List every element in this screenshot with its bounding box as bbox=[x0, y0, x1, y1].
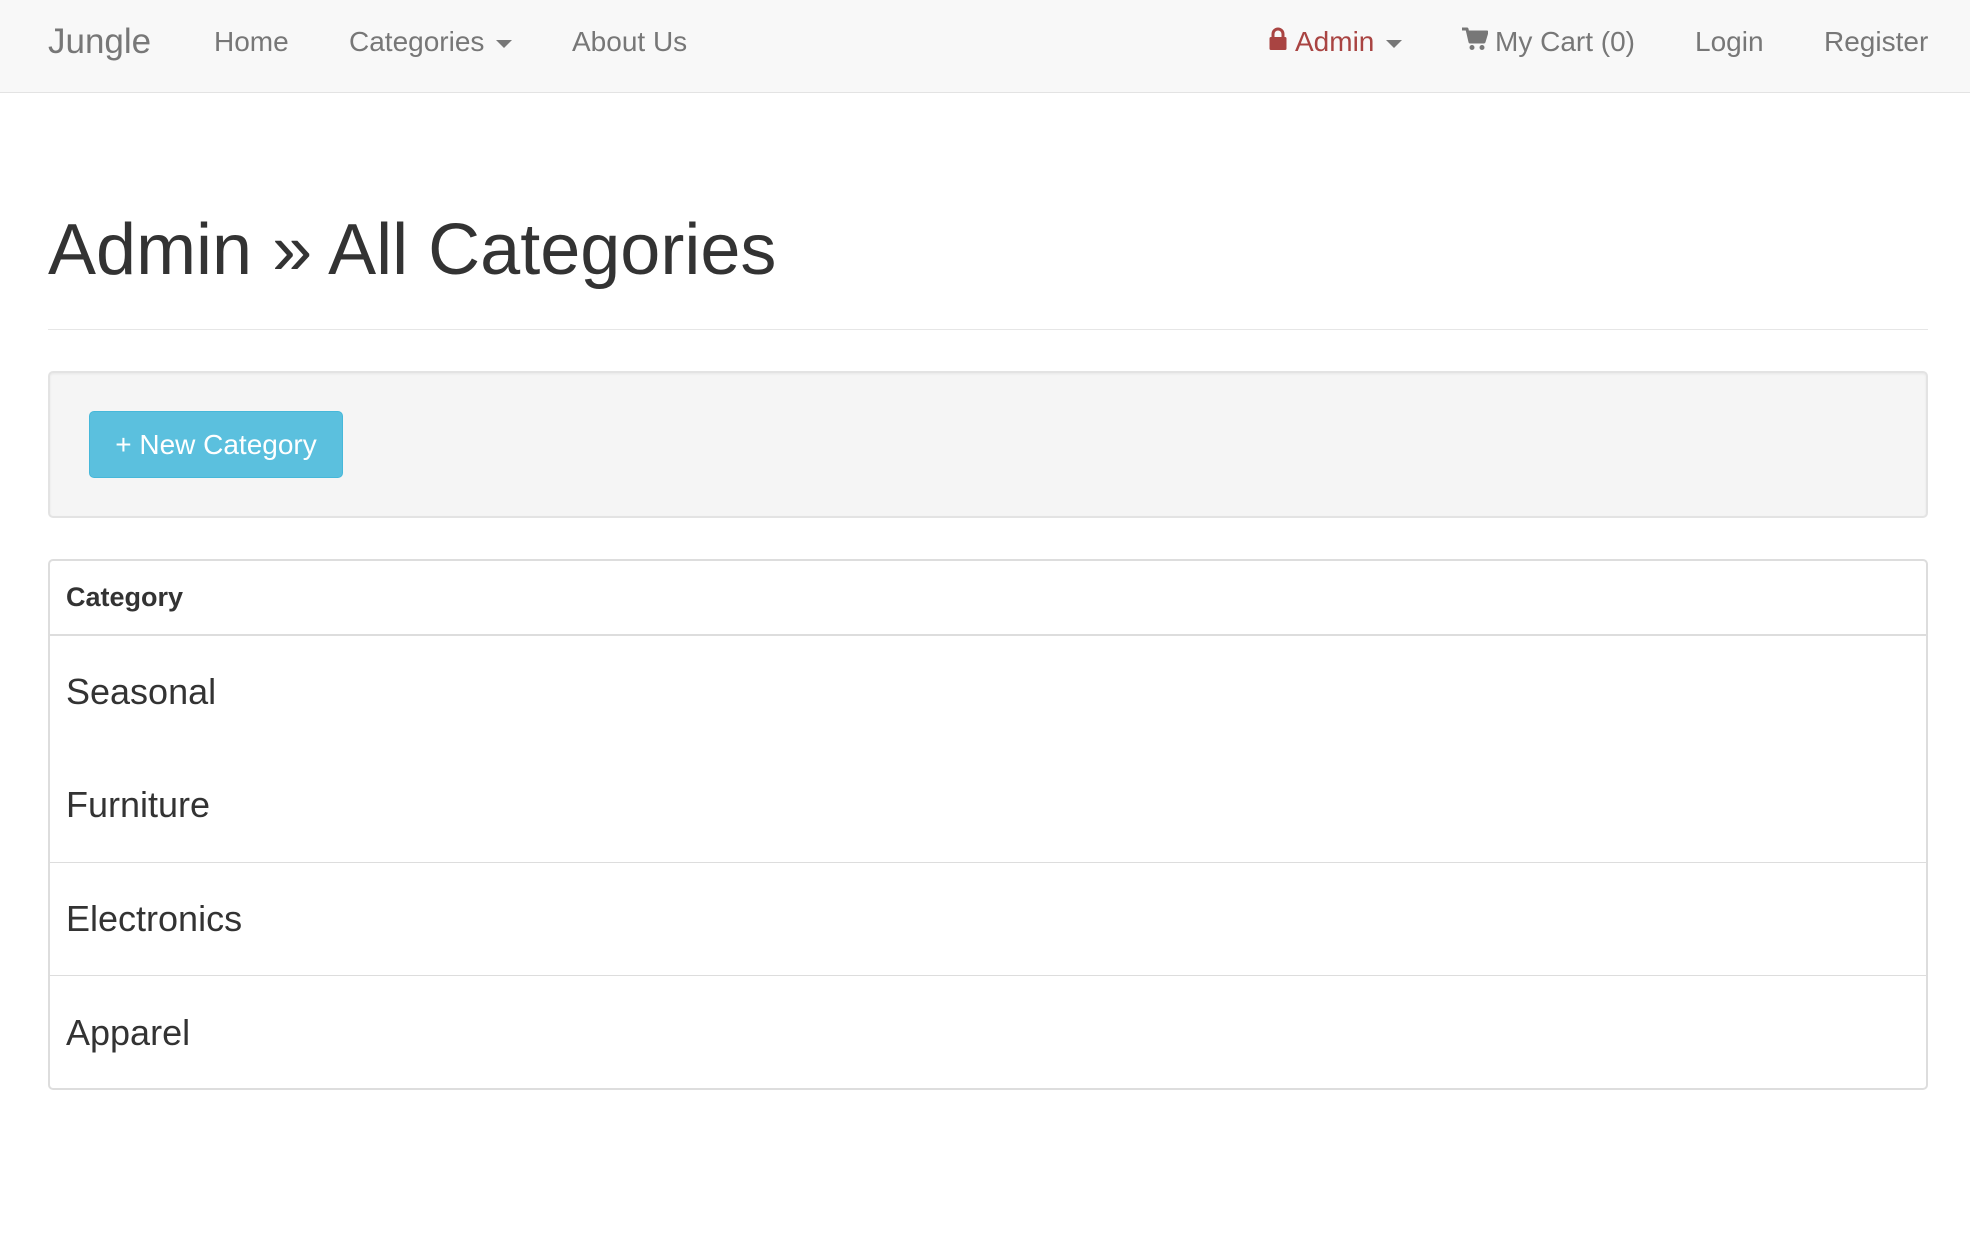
lock-icon bbox=[1269, 26, 1287, 58]
header-divider bbox=[48, 329, 1928, 330]
shopping-cart-icon bbox=[1462, 26, 1489, 58]
categories-table-panel: Category Seasonal Furniture Electronics … bbox=[48, 559, 1928, 1090]
nav-cart-label: My Cart (0) bbox=[1495, 26, 1635, 57]
table-row: Electronics bbox=[50, 861, 1926, 976]
top-navbar: Jungle Home Categories About Us Admin My… bbox=[0, 0, 1970, 93]
caret-down-icon bbox=[1386, 39, 1403, 48]
category-cell: Electronics bbox=[50, 861, 1926, 976]
brand-link[interactable]: Jungle bbox=[48, 0, 151, 84]
categories-table: Category Seasonal Furniture Electronics … bbox=[50, 561, 1926, 1088]
new-category-button-label: + New Category bbox=[115, 428, 317, 460]
table-row: Seasonal bbox=[50, 634, 1926, 749]
nav-about-link[interactable]: About Us bbox=[572, 0, 687, 84]
nav-login-link[interactable]: Login bbox=[1695, 0, 1764, 84]
nav-home-link[interactable]: Home bbox=[214, 0, 289, 84]
category-cell: Seasonal bbox=[50, 634, 1926, 749]
table-row: Apparel bbox=[50, 975, 1926, 1088]
nav-cart-link[interactable]: My Cart (0) bbox=[1462, 0, 1635, 84]
table-row: Furniture bbox=[50, 749, 1926, 863]
nav-register-label: Register bbox=[1824, 26, 1929, 57]
nav-admin-dropdown[interactable]: Admin bbox=[1269, 0, 1403, 84]
nav-about-label: About Us bbox=[572, 26, 688, 57]
nav-home-label: Home bbox=[214, 26, 289, 57]
caret-down-icon bbox=[496, 39, 513, 48]
category-cell: Furniture bbox=[66, 784, 211, 825]
table-header-row: Category bbox=[50, 561, 1926, 636]
nav-categories-dropdown[interactable]: Categories bbox=[349, 0, 513, 84]
nav-register-link[interactable]: Register bbox=[1824, 0, 1928, 84]
column-header-category: Category bbox=[50, 561, 1926, 636]
actions-well: + New Category bbox=[48, 371, 1928, 518]
nav-admin-label: Admin bbox=[1295, 26, 1375, 57]
new-category-button[interactable]: + New Category bbox=[89, 411, 343, 478]
nav-login-label: Login bbox=[1695, 26, 1764, 57]
nav-categories-label: Categories bbox=[349, 26, 485, 57]
page-title: Admin » All Categories bbox=[48, 210, 777, 290]
category-cell: Apparel bbox=[50, 975, 1926, 1088]
brand-label: Jungle bbox=[48, 22, 152, 61]
